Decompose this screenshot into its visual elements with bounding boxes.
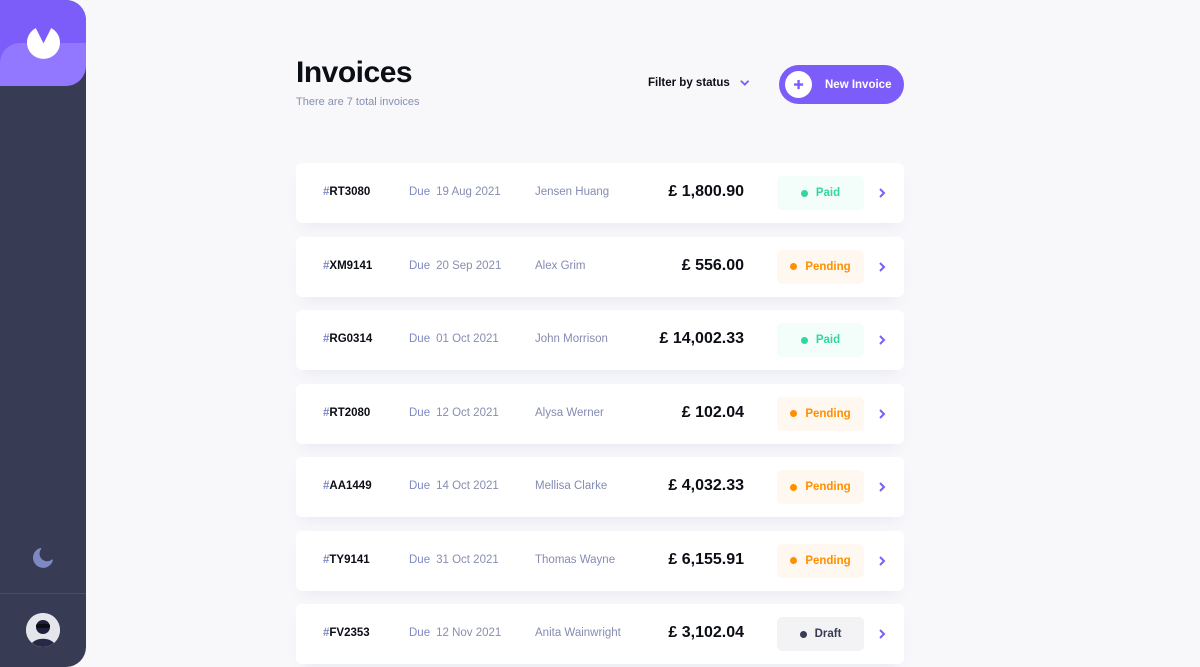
invoice-client: Jensen Huang <box>535 186 610 198</box>
status-badge: Pending <box>777 249 864 284</box>
invoice-amount: £ 556.00 <box>681 256 744 274</box>
invoice-id: #XM9141 <box>323 259 373 272</box>
status-dot <box>800 336 808 344</box>
chevron-right-icon <box>879 629 886 639</box>
invoice-amount: £ 4,032.33 <box>668 477 744 494</box>
status-dot <box>800 189 808 197</box>
chevron-right-icon <box>879 261 886 272</box>
chevron-right-icon <box>879 555 886 566</box>
invoice-due: Due 12 Nov 2021 <box>409 627 502 639</box>
sidebar <box>0 0 86 667</box>
status-badge: Paid <box>777 323 864 357</box>
status-badge: Pending <box>777 470 864 504</box>
invoice-amount: £ 3,102.04 <box>668 624 744 641</box>
status-dot <box>790 557 798 564</box>
invoice-client: Thomas Wayne <box>535 553 616 566</box>
invoice-id: #TY9141 <box>323 553 370 566</box>
invoice-amount: £ 102.04 <box>681 403 744 421</box>
filter-dropdown[interactable]: Filter by status <box>648 77 750 89</box>
invoice-row[interactable]: #XM9141 Due 20 Sep 2021 Alex Grim £ 556.0… <box>296 236 904 297</box>
plus-icon <box>785 71 812 98</box>
chevron-right-icon <box>879 408 886 419</box>
invoice-row[interactable]: #TY9141 Due 31 Oct 2021 Thomas Wayne £ 6,… <box>296 530 904 591</box>
invoice-due: Due 01 Oct 2021 <box>409 333 499 345</box>
invoice-client: Mellisa Clarke <box>535 480 608 492</box>
status-badge: Paid <box>777 176 864 210</box>
invoice-due: Due 14 Oct 2021 <box>409 480 499 492</box>
invoice-row[interactable]: #RT3080 Due 19 Aug 2021 Jensen Huang £ 1,… <box>296 163 904 223</box>
chevron-right-icon <box>879 188 886 198</box>
invoice-client: John Morrison <box>535 333 608 345</box>
status-dot <box>790 410 798 417</box>
chevron-right-icon <box>879 335 886 345</box>
invoice-client: Alysa Werner <box>535 406 604 419</box>
avatar-image <box>26 613 60 647</box>
invoice-amount: £ 14,002.33 <box>659 330 744 347</box>
invoice-due: Due 19 Aug 2021 <box>409 186 501 198</box>
page-title: Invoices <box>296 56 413 89</box>
invoice-id: #FV2353 <box>323 627 370 639</box>
invoice-amount: £ 6,155.91 <box>668 550 744 568</box>
status-badge: Pending <box>777 543 864 578</box>
moon-icon[interactable] <box>33 548 53 568</box>
invoice-row[interactable]: #FV2353 Due 12 Nov 2021 Anita Wainwright … <box>296 604 904 664</box>
status-badge: Draft <box>777 617 864 651</box>
logo-icon <box>27 28 60 59</box>
invoice-due: Due 12 Oct 2021 <box>409 406 499 419</box>
invoice-row[interactable]: #AA1449 Due 14 Oct 2021 Mellisa Clarke £ … <box>296 457 904 517</box>
new-invoice-button[interactable]: New Invoice <box>779 65 904 104</box>
invoice-amount: £ 1,800.90 <box>668 183 744 200</box>
invoice-id: #RT3080 <box>323 186 371 198</box>
invoice-list: #RT3080 Due 19 Aug 2021 Jensen Huang £ 1,… <box>296 163 904 667</box>
status-dot <box>799 630 807 638</box>
chevron-right-icon <box>879 482 886 492</box>
sidebar-divider <box>0 593 86 594</box>
logo[interactable] <box>0 0 86 86</box>
invoice-client: Alex Grim <box>535 259 586 272</box>
status-badge: Pending <box>777 396 864 431</box>
invoice-id: #RG0314 <box>323 333 373 345</box>
invoice-due: Due 20 Sep 2021 <box>409 259 502 272</box>
invoice-id: #AA1449 <box>323 480 372 492</box>
invoice-row[interactable]: #RG0314 Due 01 Oct 2021 John Morrison £ 1… <box>296 310 904 370</box>
invoice-due: Due 31 Oct 2021 <box>409 553 499 566</box>
user-avatar[interactable] <box>26 613 60 647</box>
invoice-id: #RT2080 <box>323 406 371 419</box>
status-dot <box>790 483 798 491</box>
filter-label: Filter by status <box>648 77 730 89</box>
invoice-row[interactable]: #RT2080 Due 12 Oct 2021 Alysa Werner £ 10… <box>296 383 904 444</box>
chevron-down-icon <box>740 80 750 86</box>
status-dot <box>790 263 798 270</box>
invoice-count: There are 7 total invoices <box>296 96 420 108</box>
invoice-client: Anita Wainwright <box>535 627 621 639</box>
new-invoice-label: New Invoice <box>825 78 892 91</box>
